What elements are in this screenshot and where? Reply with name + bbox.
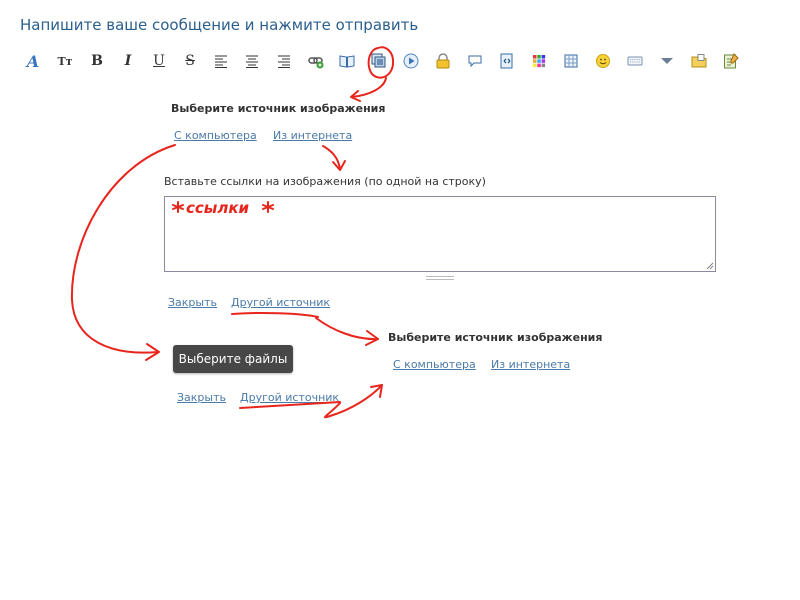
align-center-icon[interactable] (241, 50, 263, 72)
keyboard-icon[interactable] (624, 50, 646, 72)
textarea-grip[interactable] (426, 276, 454, 282)
image-icon[interactable] (368, 50, 390, 72)
file-panel-close-link[interactable]: Закрыть (177, 391, 226, 404)
page-title: Напишите ваше сообщение и нажмите отправ… (20, 16, 419, 34)
video-icon[interactable] (400, 50, 422, 72)
file-panel-other-source-link[interactable]: Другой источник (240, 391, 339, 404)
color-palette-icon[interactable] (528, 50, 550, 72)
image-urls-textarea[interactable] (164, 196, 716, 272)
panel2-title: Выберите источник изображения (388, 331, 603, 344)
panel2-from-computer-link[interactable]: С компьютера (393, 358, 476, 371)
font-size-icon[interactable]: Tт (54, 50, 76, 72)
font-style-icon[interactable]: A (22, 50, 44, 72)
speech-bubble-icon[interactable] (464, 50, 486, 72)
annotation-arrow-to-panel1 (351, 77, 387, 98)
table-icon[interactable] (560, 50, 582, 72)
panel1-title: Выберите источник изображения (171, 102, 386, 115)
from-computer-link[interactable]: С компьютера (174, 129, 257, 142)
from-internet-link[interactable]: Из интернета (273, 129, 352, 142)
annotation-arrow-to-panel2 (315, 317, 379, 341)
red-annotation-overlay: ссылки (70, 46, 395, 419)
align-left-icon[interactable] (210, 50, 232, 72)
editor-toolbar: A Tт B I U S (22, 50, 782, 74)
folder-icon[interactable] (688, 50, 710, 72)
strikethrough-icon[interactable]: S (179, 50, 201, 72)
url-panel-other-source-link[interactable]: Другой источник (231, 296, 330, 309)
link-icon[interactable] (305, 50, 327, 72)
panel2-from-internet-link[interactable]: Из интернета (491, 358, 570, 371)
bold-icon[interactable]: B (86, 50, 108, 72)
smiley-icon[interactable] (592, 50, 614, 72)
notes-icon[interactable] (720, 50, 742, 72)
code-icon[interactable] (496, 50, 518, 72)
underline-icon[interactable]: U (148, 50, 170, 72)
lock-icon[interactable] (432, 50, 454, 72)
annotation-underline-url-other-source (231, 312, 319, 318)
align-right-icon[interactable] (273, 50, 295, 72)
italic-icon[interactable]: I (117, 50, 139, 72)
more-dropdown-icon[interactable] (656, 50, 678, 72)
url-instructions-label: Вставьте ссылки на изображения (по одной… (164, 175, 486, 188)
url-panel-close-link[interactable]: Закрыть (168, 296, 217, 309)
annotation-arrow-to-choose-files (70, 144, 176, 354)
choose-files-button[interactable]: Выберите файлы (173, 345, 293, 373)
resize-handle-icon[interactable] (706, 262, 714, 270)
book-icon[interactable] (336, 50, 358, 72)
annotation-arrow-to-url-label (322, 145, 341, 170)
